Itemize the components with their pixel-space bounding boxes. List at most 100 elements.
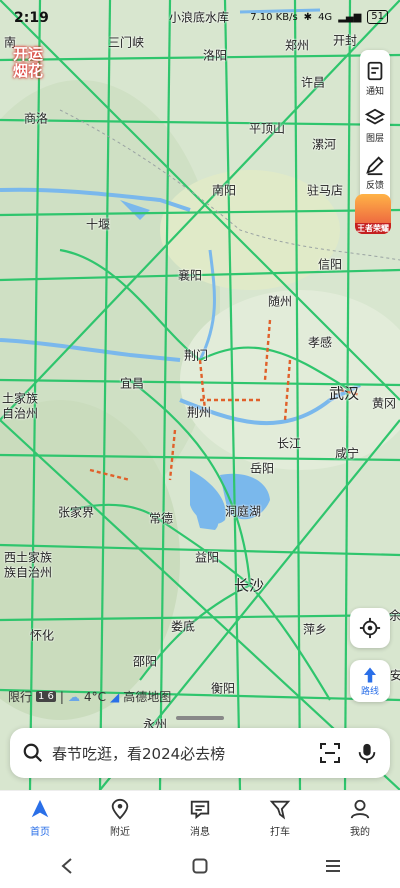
city-label[interactable]: 长江 (277, 435, 301, 452)
user-icon (350, 799, 370, 818)
screen: 郑州 开封 洛阳 三门峡 商洛 许昌 平顶山 漯河 南阳 驻马店 十堰 信阳 襄阳 随州 荆门 孝感 宜昌 武汉黄… (0, 0, 400, 888)
notice-icon (367, 61, 383, 81)
game-ad-badge[interactable]: 王者荣耀 (355, 194, 391, 234)
locate-button[interactable] (350, 608, 390, 648)
layers-button[interactable]: 图层 (360, 107, 390, 144)
notice-label: 通知 (365, 87, 384, 97)
route-arrow-icon (364, 667, 376, 682)
city-label[interactable]: 信阳 (318, 256, 342, 273)
city-label[interactable]: 郑州 (285, 37, 309, 54)
status-bar: 2:19 7.10 KB/s ✱ 4G ▂▄▆ 51 (0, 0, 400, 36)
city-label[interactable]: 岳阳 (250, 460, 274, 477)
tab-nearby[interactable]: 附近 (80, 791, 160, 844)
feedback-button[interactable]: 反馈 (360, 154, 390, 191)
city-label[interactable]: 三门峡 (108, 34, 144, 51)
city-label[interactable]: 益阳 (195, 549, 219, 566)
city-label[interactable]: 自治州 (2, 405, 38, 422)
tab-messages[interactable]: 消息 (160, 791, 240, 844)
tab-home-label: 首页 (30, 826, 50, 838)
limit-label: 限行 (8, 690, 33, 704)
limit-numbers: 1 6 (36, 691, 56, 702)
city-label[interactable]: 娄底 (171, 618, 195, 635)
city-label[interactable]: 洛阳 (203, 47, 227, 64)
layers-icon (364, 108, 386, 125)
city-label[interactable]: 宜昌 (120, 375, 144, 392)
city-label[interactable]: 漯河 (312, 136, 336, 153)
route-button[interactable]: 路线 (350, 660, 390, 702)
location-pin-icon (111, 798, 129, 819)
city-label[interactable]: 怀化 (30, 627, 54, 644)
feedback-label: 反馈 (365, 181, 384, 191)
city-label[interactable]: 常德 (149, 510, 173, 527)
city-label[interactable]: 张家界 (58, 504, 94, 521)
search-placeholder: 春节吃逛，看2024必去榜 (52, 744, 226, 763)
divider: | (59, 689, 64, 704)
taxi-flag-icon (269, 800, 291, 819)
edit-icon (366, 156, 384, 176)
city-label[interactable]: 族自治州 (4, 564, 52, 581)
tab-messages-label: 消息 (190, 826, 210, 838)
cloud-icon: ☁ (67, 689, 80, 704)
city-label[interactable]: 驻马店 (307, 182, 343, 199)
message-icon (190, 800, 210, 819)
city-label[interactable]: 衡阳 (211, 680, 235, 697)
city-label[interactable]: 安 (390, 667, 400, 684)
layers-label: 图层 (365, 134, 384, 144)
city-label[interactable]: 余 (389, 607, 400, 624)
city-label[interactable]: 黄冈 (372, 395, 396, 412)
bottom-tab-bar: 首页 附近 消息 打车 我的 (0, 790, 400, 844)
tab-nearby-label: 附近 (110, 826, 130, 838)
city-label[interactable]: 邵阳 (133, 653, 157, 670)
microphone-icon[interactable] (356, 741, 378, 765)
info-row: 限行 1 6 | ☁ 4°C ◢ 高德地图 (8, 688, 171, 705)
city-label[interactable]: 洞庭湖 (225, 503, 261, 520)
navigation-arrow-icon (31, 799, 49, 817)
home-icon[interactable] (190, 856, 210, 876)
game-badge-label: 王者荣耀 (355, 223, 391, 234)
menu-icon[interactable] (323, 856, 343, 876)
map-tools-panel: 通知 图层 反馈 (360, 50, 390, 207)
map-brand: 高德地图 (123, 690, 172, 704)
signal-icon: ▂▄▆ (338, 11, 362, 23)
battery-level: 51 (367, 10, 388, 24)
system-nav-bar (0, 844, 400, 888)
net-speed: 7.10 KB/s (250, 11, 298, 23)
back-icon[interactable] (57, 856, 77, 876)
status-icons: 7.10 KB/s ✱ 4G ▂▄▆ 51 (250, 10, 388, 24)
locate-icon (359, 617, 381, 639)
city-label[interactable]: 许昌 (301, 74, 325, 91)
city-label[interactable]: 咸宁 (335, 445, 359, 462)
tab-profile-label: 我的 (350, 826, 370, 838)
city-label[interactable]: 荆门 (184, 347, 208, 364)
route-label: 路线 (360, 686, 379, 697)
fireworks-promo[interactable]: 开运 烟花 (8, 46, 48, 80)
tab-taxi-label: 打车 (270, 826, 290, 838)
city-label[interactable]: 南阳 (212, 182, 236, 199)
city-label[interactable]: 随州 (268, 293, 292, 310)
tab-profile[interactable]: 我的 (320, 791, 400, 844)
city-label[interactable]: 长沙 (234, 575, 264, 596)
search-icon (23, 743, 43, 763)
scan-icon[interactable] (318, 741, 342, 765)
tab-taxi[interactable]: 打车 (240, 791, 320, 844)
promo-line1: 开运 (12, 45, 43, 63)
nav-arrow-icon: ◢ (109, 689, 120, 704)
drag-handle[interactable] (176, 716, 224, 720)
network-type: 4G (318, 11, 333, 23)
search-bar[interactable]: 春节吃逛，看2024必去榜 (10, 728, 390, 778)
temperature: 4°C (83, 689, 106, 704)
city-label[interactable]: 商洛 (24, 110, 48, 127)
city-label[interactable]: 萍乡 (303, 621, 327, 638)
city-label[interactable]: 孝感 (308, 334, 332, 351)
city-label[interactable]: 十堰 (86, 216, 110, 233)
bluetooth-icon: ✱ (303, 11, 313, 23)
city-label[interactable]: 襄阳 (178, 267, 202, 284)
tab-home[interactable]: 首页 (0, 791, 80, 844)
status-time: 2:19 (14, 10, 49, 26)
promo-line2: 烟花 (12, 62, 43, 80)
city-label[interactable]: 平顶山 (249, 120, 285, 137)
city-label[interactable]: 武汉 (329, 383, 359, 404)
map-canvas[interactable]: 郑州 开封 洛阳 三门峡 商洛 许昌 平顶山 漯河 南阳 驻马店 十堰 信阳 襄阳 随州 荆门 孝感 宜昌 武汉黄… (0, 0, 400, 790)
city-label[interactable]: 荆州 (187, 404, 211, 421)
notice-button[interactable]: 通知 (360, 60, 390, 97)
